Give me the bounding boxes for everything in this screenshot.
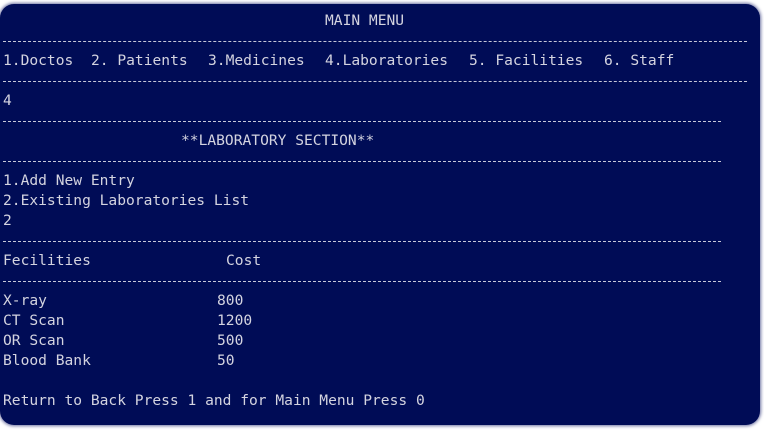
table-cell-facility: X-ray [3,292,47,309]
menu-item-laboratories: 4.Laboratories [325,52,449,69]
table-cell-facility: Blood Bank [3,352,91,369]
section-title: **LABORATORY SECTION** [181,132,375,149]
main-menu-input[interactable]: 4 [3,91,12,111]
table-cell-cost: 1200 [217,312,253,329]
separator [3,161,721,162]
table-cell-cost: 50 [217,352,235,369]
console-window: MAIN MENU 1.Doctos 2. Patients 3.Medicin… [0,4,760,425]
sub-menu-input[interactable]: 2 [3,211,12,231]
table-header-facilities: Fecilities [3,252,91,269]
sub-menu-existing-list: 2.Existing Laboratories List [3,192,250,209]
main-menu-title: MAIN MENU [325,12,405,29]
separator [3,81,747,82]
menu-item-staff: 6. Staff [604,52,675,69]
menu-item-doctors: 1.Doctos [3,52,74,69]
table-cell-cost: 800 [217,292,244,309]
footer-prompt: Return to Back Press 1 and for Main Menu… [3,392,425,409]
menu-item-medicines: 3.Medicines [208,52,305,69]
table-cell-cost: 500 [217,332,244,349]
separator [3,281,721,282]
separator [3,41,747,42]
table-cell-facility: OR Scan [3,332,65,349]
table-cell-facility: CT Scan [3,312,65,329]
table-header-cost: Cost [226,252,262,269]
separator [3,121,721,122]
menu-item-facilities: 5. Facilities [469,52,584,69]
separator [3,241,721,242]
sub-menu-add-entry: 1.Add New Entry [3,172,135,189]
menu-item-patients: 2. Patients [91,52,188,69]
